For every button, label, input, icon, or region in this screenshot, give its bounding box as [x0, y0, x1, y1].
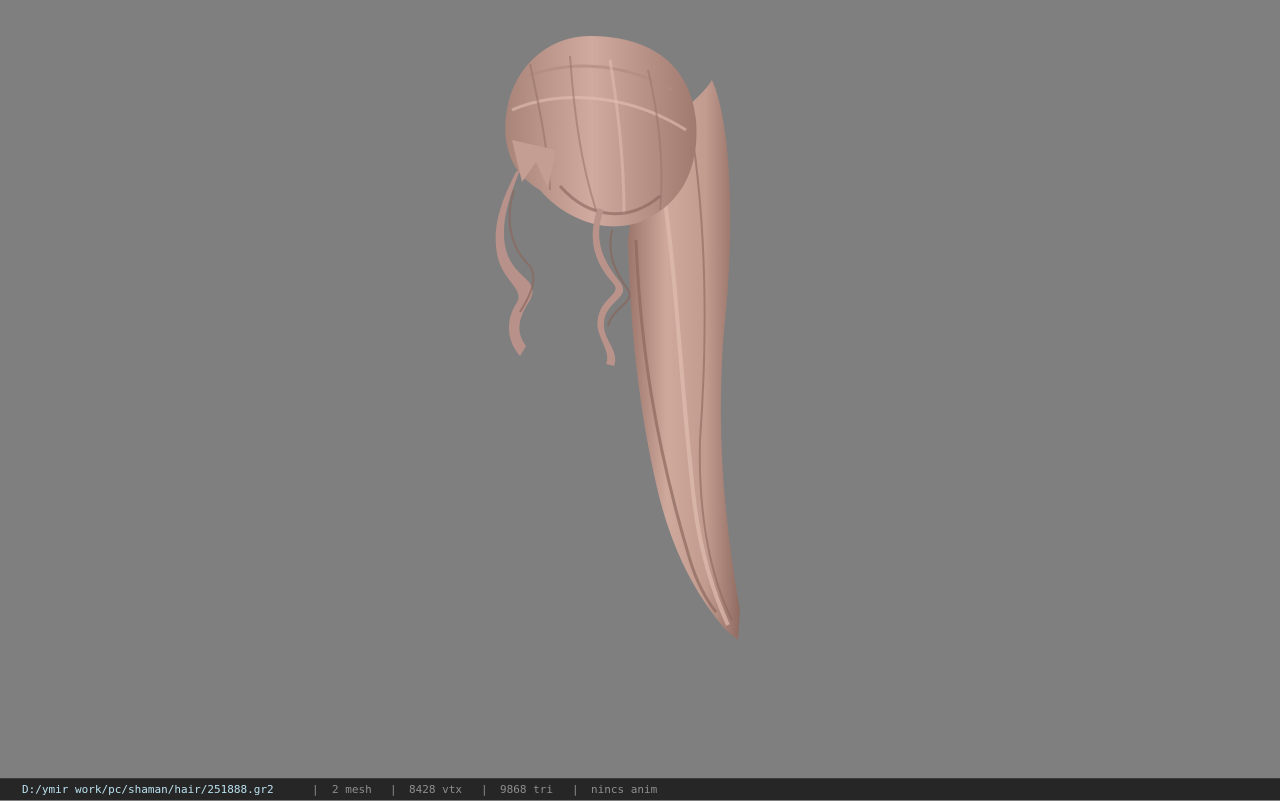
separator: |: [572, 783, 579, 796]
right-curl: [592, 208, 624, 366]
separator: |: [390, 783, 397, 796]
separator: |: [481, 783, 488, 796]
3d-viewport[interactable]: [0, 0, 1280, 778]
separator: |: [312, 783, 319, 796]
animation-status: nincs anim: [591, 783, 658, 796]
triangle-count: 9868 tri: [500, 783, 553, 796]
file-path: D:/ymir work/pc/shaman/hair/251888.gr2: [22, 783, 274, 796]
vertex-count: 8428 vtx: [409, 783, 462, 796]
mesh-count: 2 mesh: [332, 783, 372, 796]
hair-model-render: [495, 36, 740, 640]
status-bar: D:/ymir work/pc/shaman/hair/251888.gr2 |…: [0, 778, 1280, 800]
hair-crown: [505, 36, 697, 227]
